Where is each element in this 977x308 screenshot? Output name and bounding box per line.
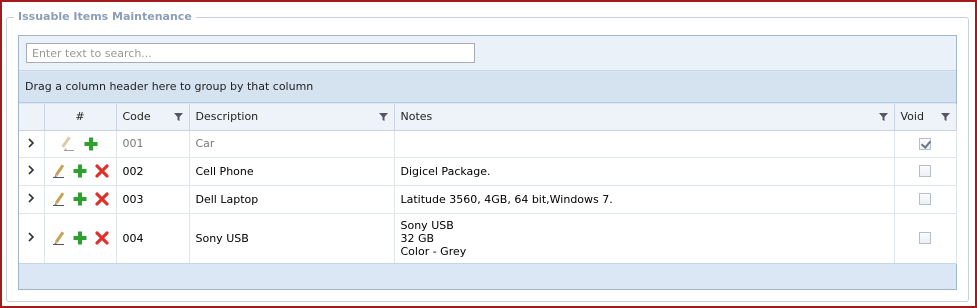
section-title: Issuable Items Maintenance [14, 10, 196, 23]
filter-icon[interactable] [940, 112, 950, 122]
filter-icon[interactable] [173, 112, 183, 122]
pencil-icon[interactable] [61, 135, 77, 152]
code-cell: 002 [116, 157, 190, 186]
row-actions [44, 213, 117, 264]
filter-icon[interactable] [378, 112, 388, 122]
void-cell [894, 130, 957, 158]
description-cell: Cell Phone [189, 157, 395, 186]
void-cell [894, 213, 957, 264]
plus-icon[interactable] [72, 230, 88, 246]
chevron-right-icon [28, 232, 35, 242]
group-by-panel[interactable]: Drag a column header here to group by th… [19, 72, 956, 103]
description-column-label: Description [195, 110, 259, 124]
description-column-header[interactable]: Description [189, 104, 395, 131]
row-actions [44, 157, 117, 186]
number-column-label: # [75, 110, 85, 124]
void-cell [894, 157, 957, 186]
expand-row-button[interactable] [19, 157, 45, 186]
void-checkbox[interactable] [919, 193, 931, 205]
x-icon[interactable] [94, 191, 110, 207]
notes-column-label: Notes [400, 110, 433, 124]
search-panel [19, 36, 956, 71]
pencil-icon[interactable] [51, 191, 67, 207]
void-checkbox[interactable] [919, 137, 931, 150]
void-column-header[interactable]: Void [894, 104, 957, 131]
void-cell [894, 185, 957, 214]
expand-column-header [19, 104, 45, 131]
chevron-right-icon [28, 165, 35, 175]
number-column-header[interactable]: # [44, 104, 117, 131]
expand-row-button[interactable] [19, 185, 45, 214]
chevron-right-icon [28, 137, 35, 148]
expand-row-button[interactable] [19, 213, 45, 264]
filter-icon[interactable] [878, 112, 888, 122]
expand-row-button[interactable] [19, 130, 45, 158]
plus-icon[interactable] [72, 191, 88, 207]
plus-icon[interactable] [72, 163, 88, 179]
row-actions [44, 185, 117, 214]
search-input[interactable] [26, 43, 475, 63]
table-row[interactable]: 004 Sony USB Sony USB 32 GB Color - Grey [19, 213, 957, 264]
notes-cell: Sony USB 32 GB Color - Grey [394, 213, 895, 264]
items-table: # Code Description Notes Void 001 Car 00… [19, 104, 957, 264]
plus-icon[interactable] [83, 136, 99, 152]
void-column-label: Void [900, 110, 924, 124]
table-row[interactable]: 001 Car [19, 130, 957, 158]
notes-line: 32 GB [400, 231, 435, 245]
description-cell: Sony USB [189, 213, 395, 264]
header-row: # Code Description Notes Void [19, 104, 957, 131]
pencil-icon[interactable] [51, 163, 67, 179]
grid-footer [19, 263, 956, 289]
code-column-header[interactable]: Code [116, 104, 190, 131]
pencil-icon[interactable] [51, 230, 67, 246]
table-row[interactable]: 002 Cell Phone Digicel Package. [19, 157, 957, 186]
notes-cell: Latitude 3560, 4GB, 64 bit,Windows 7. [394, 185, 895, 214]
x-icon[interactable] [94, 163, 110, 179]
row-actions [44, 130, 117, 158]
code-column-label: Code [122, 110, 151, 124]
notes-cell [394, 130, 895, 158]
notes-cell: Digicel Package. [394, 157, 895, 186]
code-cell: 004 [116, 213, 190, 264]
notes-line: Sony USB [400, 218, 454, 232]
table-row[interactable]: 003 Dell Laptop Latitude 3560, 4GB, 64 b… [19, 185, 957, 214]
x-icon[interactable] [94, 230, 110, 246]
notes-column-header[interactable]: Notes [394, 104, 895, 131]
description-cell: Dell Laptop [189, 185, 395, 214]
void-checkbox[interactable] [919, 165, 931, 177]
code-cell: 003 [116, 185, 190, 214]
items-grid: Drag a column header here to group by th… [18, 35, 957, 290]
void-checkbox[interactable] [919, 232, 931, 244]
chevron-right-icon [28, 193, 35, 203]
description-cell: Car [189, 130, 395, 158]
notes-line: Color - Grey [400, 244, 467, 258]
code-cell: 001 [116, 130, 190, 158]
